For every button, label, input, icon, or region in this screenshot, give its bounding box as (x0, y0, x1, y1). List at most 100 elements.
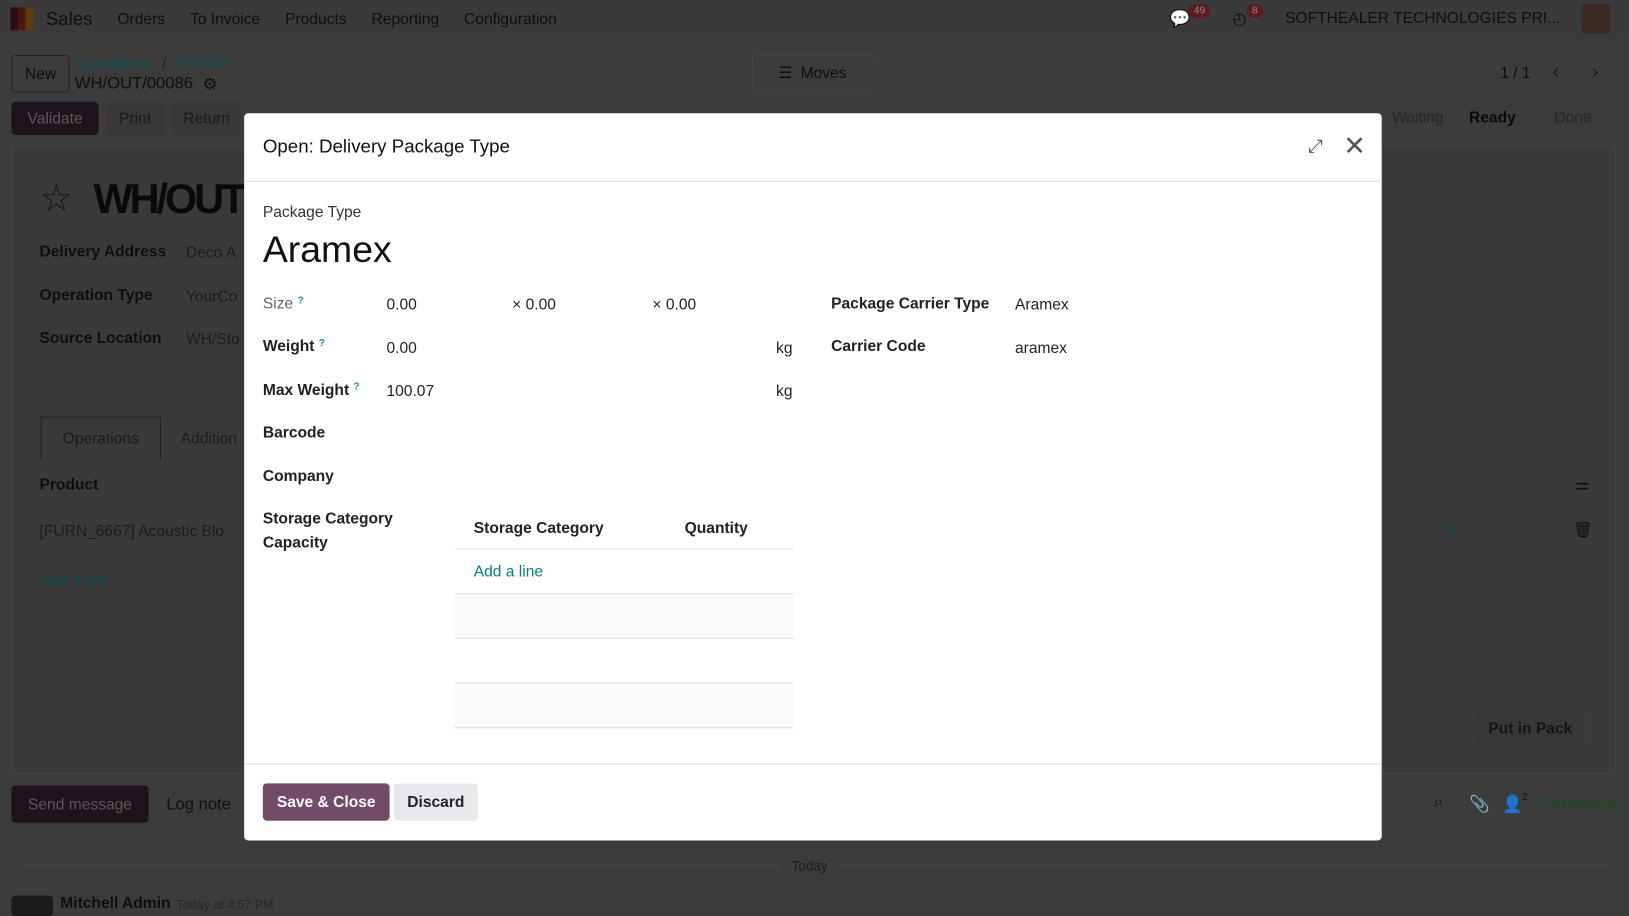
weight-unit: kg (776, 339, 793, 358)
return-button[interactable]: Return (172, 101, 242, 136)
messages-icon[interactable]: 💬 (1170, 8, 1191, 29)
send-message-button[interactable]: Send message (11, 785, 149, 823)
carrier-code-label: Carrier Code (831, 337, 926, 356)
help-icon[interactable]: ? (297, 295, 303, 306)
close-icon[interactable]: ✕ (1343, 130, 1366, 162)
max-weight-unit: kg (776, 382, 793, 400)
table-row: Add a line (455, 550, 794, 595)
breadcrumb-quotations[interactable]: Quotations (75, 55, 150, 73)
pager-prev-icon[interactable]: ‹ (1552, 60, 1559, 84)
form-title: WH/OUT (93, 176, 247, 223)
dialog-title: Open: Delivery Package Type (262, 136, 510, 157)
company-label: Company (262, 467, 334, 486)
list-icon: ☰ (778, 64, 793, 83)
package-type-label: Package Type (262, 203, 362, 222)
header-divider (244, 180, 1382, 182)
user-avatar[interactable] (1581, 4, 1611, 34)
print-button[interactable]: Print (105, 101, 165, 136)
author-avatar (11, 895, 53, 916)
settings-sliders-icon[interactable]: ⚌ (1575, 474, 1590, 495)
new-button[interactable]: New (11, 55, 70, 93)
barcode-label: Barcode (262, 423, 326, 442)
weight-field[interactable]: 0.00 (386, 340, 416, 358)
put-in-pack-button[interactable]: Put in Pack (1475, 710, 1586, 746)
following-button[interactable]: Following (1541, 796, 1619, 815)
save-close-button[interactable]: Save & Close (262, 783, 390, 821)
messages-badge: 49 (1188, 4, 1211, 18)
table-row (455, 639, 794, 684)
activity-clock-icon[interactable]: ◴ (1232, 8, 1247, 29)
col-product: Product (39, 475, 99, 494)
storage-capacity-label-1: Storage Category (262, 510, 393, 528)
app-logo-icon[interactable] (10, 7, 34, 31)
pager-value[interactable]: 1 / 1 (1500, 64, 1530, 82)
size-length[interactable]: 0.00 (386, 296, 416, 314)
add-line-link[interactable]: Add a line (39, 571, 108, 589)
menu-orders[interactable]: Orders (117, 10, 165, 28)
max-weight-label: Max Weight? (263, 381, 360, 399)
source-location-label: Source Location (39, 329, 162, 347)
message-time: Today at 4:57 PM (176, 897, 274, 913)
carrier-type-label: Package Carrier Type (831, 295, 990, 313)
message-author: Mitchell Admin (60, 894, 171, 913)
package-name-field[interactable]: Aramex (263, 228, 392, 272)
storage-capacity-label-2: Capacity (262, 533, 328, 552)
stage-ready[interactable]: Ready (1469, 109, 1516, 127)
col-quantity[interactable]: Quantity (685, 519, 748, 537)
menu-reporting[interactable]: Reporting (372, 10, 440, 28)
add-line-link[interactable]: Add a line (474, 563, 543, 581)
company-switcher[interactable]: SOFTHEALER TECHNOLOGIES PRI... (1285, 9, 1560, 27)
carrier-code-field[interactable]: aramex (1015, 340, 1067, 358)
gear-icon[interactable]: ⚙ (203, 74, 218, 95)
menu-to-invoice[interactable]: To Invoice (190, 10, 260, 28)
followers-count: 2 (1521, 791, 1528, 804)
table-row (455, 683, 794, 729)
discard-button[interactable]: Discard (393, 783, 478, 821)
table-header: Storage Category Quantity (455, 505, 794, 550)
menu-products[interactable]: Products (285, 10, 347, 28)
date-divider-label: Today (781, 858, 839, 874)
tab-operations[interactable]: Operations (40, 416, 162, 461)
star-icon[interactable]: ☆ (39, 177, 73, 221)
expand-icon[interactable]: ⤢ (1308, 136, 1323, 158)
log-note-button[interactable]: Log note (166, 796, 231, 815)
menu-configuration[interactable]: Configuration (464, 10, 557, 28)
operation-type-value[interactable]: YourCo (186, 288, 237, 306)
weight-label-text: Weight (262, 337, 315, 356)
product-row[interactable]: [FURN_6667] Acoustic Blo (39, 523, 224, 541)
max-weight-label-text: Max Weight (262, 381, 350, 399)
breadcrumb-order[interactable]: S00103 (177, 55, 231, 73)
tab-additional[interactable]: Addition (181, 430, 237, 448)
moves-button[interactable]: ☰ Moves (752, 54, 873, 92)
size-height[interactable]: × 0.00 (652, 296, 696, 314)
breadcrumb-separator: / (162, 55, 167, 73)
source-location-value[interactable]: WH/Sto (186, 330, 240, 348)
search-icon[interactable]: ⌕ (1434, 794, 1443, 813)
help-icon[interactable]: ? (353, 381, 359, 392)
table-row (455, 594, 794, 639)
stage-waiting[interactable]: Waiting (1392, 109, 1443, 127)
stage-done[interactable]: Done (1554, 109, 1591, 127)
pager-next-icon[interactable]: › (1592, 60, 1599, 84)
validate-button[interactable]: Validate (11, 101, 99, 136)
carrier-type-field[interactable]: Aramex (1015, 296, 1069, 314)
operation-type-label: Operation Type (39, 286, 153, 305)
moves-label: Moves (800, 63, 847, 82)
weight-label: Weight? (263, 338, 325, 356)
app-name[interactable]: Sales (46, 8, 93, 30)
activity-badge: 8 (1246, 4, 1263, 18)
details-list-icon[interactable]: ☰ (1444, 522, 1459, 543)
followers-icon[interactable]: 👤 (1502, 794, 1523, 815)
max-weight-field[interactable]: 100.07 (386, 382, 434, 400)
trash-icon[interactable]: 🗑 (1573, 520, 1593, 540)
paperclip-icon[interactable]: 📎 (1469, 794, 1490, 815)
help-icon[interactable]: ? (319, 338, 325, 349)
size-width[interactable]: × 0.00 (512, 296, 556, 314)
col-storage-category[interactable]: Storage Category (474, 519, 604, 537)
storage-capacity-table: Storage Category Quantity Add a line (455, 505, 794, 729)
size-label: Size? (263, 295, 304, 313)
delivery-address-value[interactable]: Deco A (186, 244, 236, 262)
delivery-address-label: Delivery Address (39, 243, 167, 261)
record-name: WH/OUT/00086 (74, 74, 194, 93)
footer-divider (244, 763, 1382, 765)
